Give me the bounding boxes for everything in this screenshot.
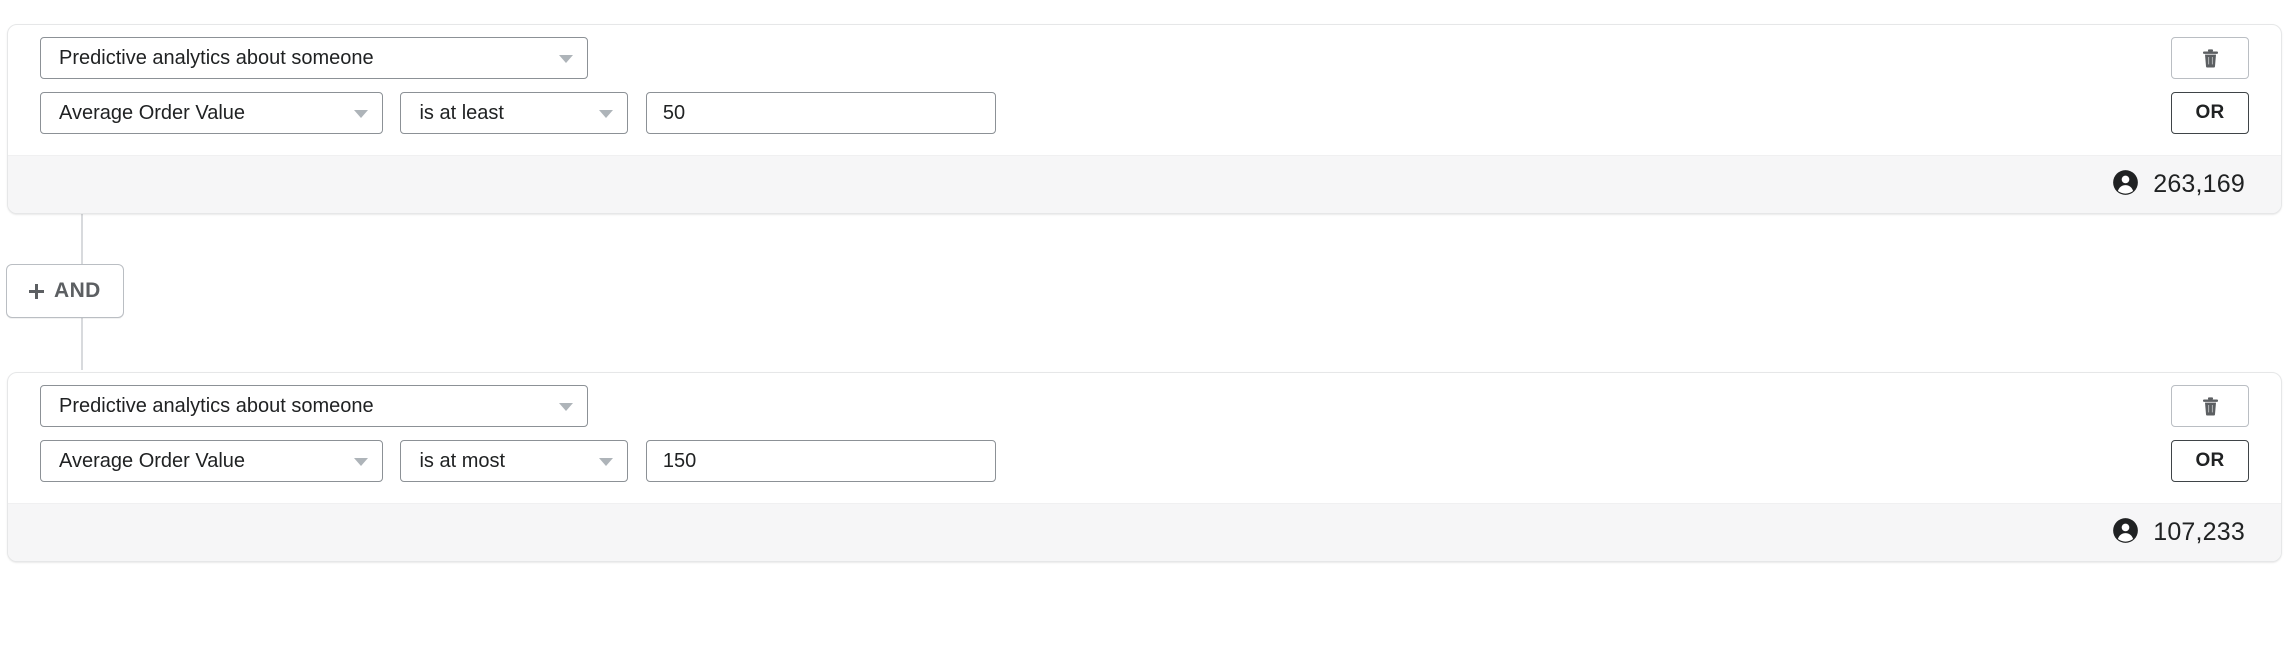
rule-group-2-row-subject: Predictive analytics about someone bbox=[40, 385, 601, 427]
chevron-down-icon bbox=[354, 458, 368, 466]
rule-group-1-body: Predictive analytics about someone Avera… bbox=[8, 25, 2281, 155]
trash-icon bbox=[2202, 49, 2219, 68]
field-select-1[interactable]: Average Order Value bbox=[40, 92, 383, 134]
rule-group-1: Predictive analytics about someone Avera… bbox=[7, 24, 2282, 214]
subject-select-1[interactable]: Predictive analytics about someone bbox=[40, 37, 588, 79]
rule-group-2-row-condition: Average Order Value is at most bbox=[40, 440, 996, 482]
field-select-2-value: Average Order Value bbox=[59, 450, 246, 472]
value-input-1[interactable] bbox=[645, 92, 996, 134]
field-select-2[interactable]: Average Order Value bbox=[40, 440, 383, 482]
delete-rule-button-2[interactable] bbox=[2171, 385, 2249, 427]
plus-icon bbox=[29, 283, 44, 299]
audience-count-2: 107,233 bbox=[2112, 517, 2245, 549]
or-button-2[interactable]: OR bbox=[2171, 440, 2249, 482]
subject-select-1-value: Predictive analytics about someone bbox=[59, 47, 374, 69]
chevron-down-icon bbox=[599, 458, 614, 466]
connector-line-top bbox=[81, 212, 83, 264]
audience-count-value-2: 107,233 bbox=[2153, 518, 2245, 546]
field-select-1-value: Average Order Value bbox=[59, 102, 246, 124]
chevron-down-icon bbox=[354, 110, 368, 118]
subject-select-2[interactable]: Predictive analytics about someone bbox=[40, 385, 588, 427]
operator-select-2-value: is at most bbox=[419, 450, 506, 472]
add-and-group-button[interactable]: AND bbox=[6, 264, 124, 318]
trash-icon bbox=[2202, 397, 2219, 416]
chevron-down-icon bbox=[599, 110, 614, 118]
audience-count-value-1: 263,169 bbox=[2153, 170, 2245, 198]
chevron-down-icon bbox=[559, 403, 573, 411]
audience-count-1: 263,169 bbox=[2112, 169, 2245, 201]
or-button-1[interactable]: OR bbox=[2171, 92, 2249, 134]
rule-group-2-actions: OR bbox=[2171, 385, 2249, 482]
operator-select-2[interactable]: is at most bbox=[400, 440, 629, 482]
connector-line-bottom bbox=[81, 318, 83, 370]
rule-group-2-body: Predictive analytics about someone Avera… bbox=[8, 373, 2281, 503]
rule-group-1-row-condition: Average Order Value is at least bbox=[40, 92, 996, 134]
operator-select-1[interactable]: is at least bbox=[400, 92, 629, 134]
subject-select-2-value: Predictive analytics about someone bbox=[59, 395, 374, 417]
value-input-2[interactable] bbox=[645, 440, 996, 482]
segment-rule-builder: Predictive analytics about someone Avera… bbox=[0, 0, 2294, 650]
person-icon bbox=[2112, 169, 2139, 201]
rule-group-1-footer: 263,169 bbox=[8, 155, 2281, 213]
rule-group-1-row-subject: Predictive analytics about someone bbox=[40, 37, 601, 79]
operator-select-1-value: is at least bbox=[419, 102, 504, 124]
rule-group-1-actions: OR bbox=[2171, 37, 2249, 134]
person-icon bbox=[2112, 517, 2139, 549]
chevron-down-icon bbox=[559, 55, 573, 63]
delete-rule-button-1[interactable] bbox=[2171, 37, 2249, 79]
add-and-group-label: AND bbox=[54, 279, 101, 302]
rule-group-2: Predictive analytics about someone Avera… bbox=[7, 372, 2282, 562]
rule-group-2-footer: 107,233 bbox=[8, 503, 2281, 561]
